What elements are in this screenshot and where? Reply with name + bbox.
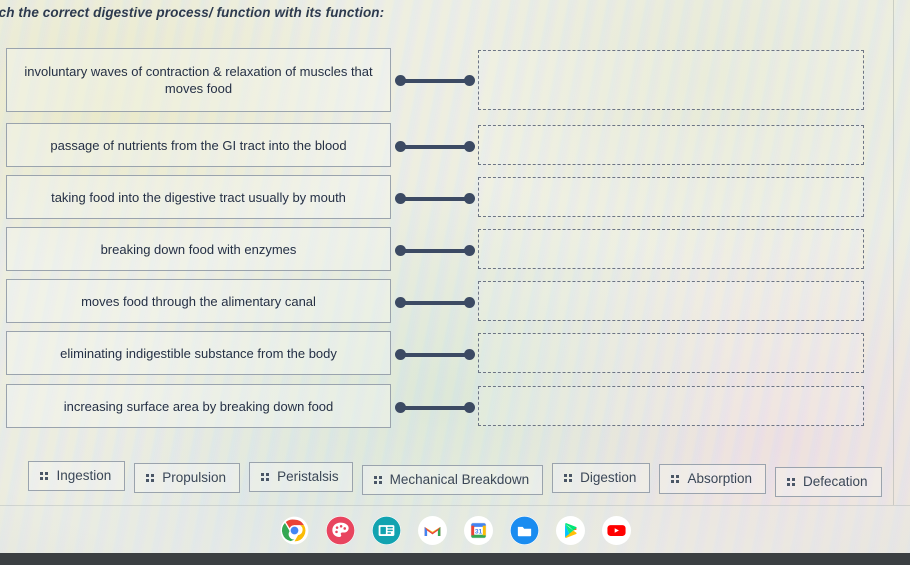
dropzone[interactable] — [478, 386, 864, 426]
connector-bar — [405, 78, 465, 83]
answer-chip-label: Mechanical Breakdown — [389, 472, 530, 487]
device-bottom-bezel — [0, 553, 910, 565]
answer-chip-label: Peristalsis — [277, 469, 339, 484]
drag-handle-icon[interactable] — [146, 473, 155, 482]
drag-handle-icon[interactable] — [671, 474, 680, 483]
connector-dot-right — [464, 193, 475, 204]
connector-bar — [405, 144, 465, 149]
connector-line — [395, 297, 475, 308]
connector-dot-right — [464, 297, 475, 308]
term-box: taking food into the digestive tract usu… — [6, 175, 391, 219]
gmail-icon[interactable] — [417, 515, 447, 545]
art-palette-icon[interactable] — [325, 515, 355, 545]
connector-dot-right — [464, 141, 475, 152]
term-box: increasing surface area by breaking down… — [6, 384, 391, 428]
answer-chip-label: Digestion — [580, 470, 637, 485]
answer-chip-digestion[interactable]: Digestion — [552, 463, 651, 493]
term-box: moves food through the alimentary canal — [6, 279, 391, 323]
connector-dot-right — [464, 349, 475, 360]
answer-chip-label: Ingestion — [56, 468, 112, 483]
term-box: passage of nutrients from the GI tract i… — [6, 123, 391, 167]
connector-dot-right — [464, 245, 475, 256]
dropzone[interactable] — [478, 333, 864, 373]
connector-dot-right — [464, 402, 475, 413]
connector-line — [395, 402, 475, 413]
drag-handle-icon[interactable] — [261, 472, 270, 481]
connector-line — [395, 75, 475, 86]
connector-line — [395, 141, 475, 152]
answer-chip-defecation[interactable]: Defecation — [774, 467, 882, 497]
chrome-icon[interactable] — [280, 516, 309, 545]
term-box: eliminating indigestible substance from … — [6, 331, 391, 375]
play-store-icon[interactable] — [555, 515, 585, 545]
connector-line — [395, 349, 475, 360]
answer-chip-label: Absorption — [687, 471, 752, 486]
term-box: involuntary waves of contraction & relax… — [6, 48, 391, 112]
answer-chip-absorption[interactable]: Absorption — [659, 464, 766, 494]
connector-bar — [405, 248, 465, 253]
answer-chip-peristalsis[interactable]: Peristalsis — [249, 462, 353, 492]
drag-handle-icon[interactable] — [564, 473, 573, 482]
drag-handle-icon[interactable] — [373, 475, 382, 484]
drag-handle-icon[interactable] — [40, 471, 49, 480]
dropzone[interactable] — [478, 125, 864, 165]
dropzone[interactable] — [478, 177, 864, 217]
dropzone[interactable] — [478, 50, 864, 110]
page-right-edge — [893, 0, 894, 505]
news-article-icon[interactable] — [371, 515, 401, 545]
dropzone[interactable] — [478, 229, 864, 269]
drag-handle-icon[interactable] — [786, 477, 795, 486]
answer-chip-ingestion[interactable]: Ingestion — [28, 461, 126, 491]
youtube-icon[interactable] — [601, 515, 631, 545]
dropzone[interactable] — [478, 281, 864, 321]
files-folder-icon[interactable] — [509, 515, 539, 545]
svg-text:31: 31 — [474, 528, 482, 535]
connector-line — [395, 245, 475, 256]
answer-chip-propulsion[interactable]: Propulsion — [134, 463, 241, 493]
connector-dot-right — [464, 75, 475, 86]
quiz-page: tch the correct digestive process/ funct… — [0, 0, 910, 565]
answer-chip-mechanical-breakdown[interactable]: Mechanical Breakdown — [361, 465, 544, 495]
answer-chip-label: Propulsion — [162, 470, 227, 485]
connector-line — [395, 193, 475, 204]
google-calendar-icon[interactable]: 31 — [463, 515, 493, 545]
answer-chip-label: Defecation — [802, 474, 868, 489]
connector-bar — [405, 405, 465, 410]
connector-bar — [405, 300, 465, 305]
connector-bar — [405, 196, 465, 201]
connector-bar — [405, 352, 465, 357]
answer-chip-tray: Ingestion Propulsion Peristalsis Mechani… — [0, 461, 910, 497]
chromeos-shelf: 31 — [0, 505, 910, 554]
page-title: tch the correct digestive process/ funct… — [0, 5, 385, 20]
term-box: breaking down food with enzymes — [6, 227, 391, 271]
